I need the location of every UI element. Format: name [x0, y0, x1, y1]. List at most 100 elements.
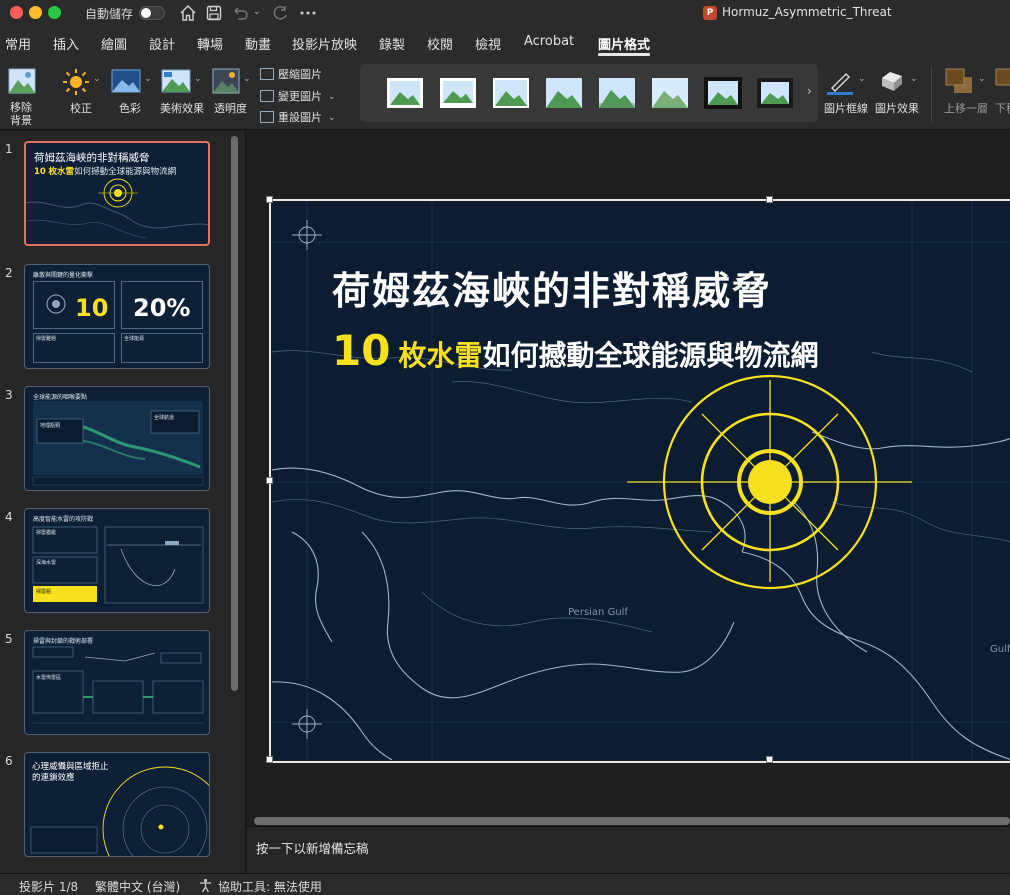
accessibility-icon[interactable]	[198, 878, 213, 893]
resize-handle-bottom[interactable]	[766, 756, 773, 763]
language-indicator[interactable]: 繁體中文 (台灣)	[95, 878, 180, 895]
compress-pictures-button[interactable]: 壓縮圖片	[260, 66, 322, 84]
thumbnail-note: 深海水雷	[36, 559, 56, 566]
corrections-label: 校正	[70, 100, 92, 116]
transparency-dropdown-icon[interactable]: ⌄	[243, 74, 251, 84]
slide-thumbnail-3[interactable]: 全球能源的咽喉要點 地理瓶頸 全球航道	[24, 386, 210, 491]
subtitle-number: 10	[332, 326, 390, 375]
redo-icon[interactable]	[270, 3, 290, 23]
picture-style-3[interactable]	[492, 77, 530, 109]
speaker-notes-pane[interactable]: 按一下以新增備忘稿	[247, 826, 1010, 873]
subtitle-text: 如何撼動全球能源與物流網	[482, 339, 818, 372]
artistic-effects-icon[interactable]	[161, 69, 191, 93]
tab-record[interactable]: 錄製	[379, 34, 405, 53]
bring-forward-icon[interactable]	[944, 67, 974, 95]
more-icon[interactable]	[298, 3, 318, 23]
canvas-horizontal-scrollbar[interactable]	[254, 817, 1010, 825]
close-window-button[interactable]	[10, 6, 23, 19]
thumbnail-note: 全球能源	[124, 335, 144, 342]
undo-dropdown-icon[interactable]: ⌄	[253, 7, 261, 17]
save-icon[interactable]	[204, 3, 224, 23]
thumbnail-note: 掃雷難題	[36, 335, 56, 342]
home-icon[interactable]	[178, 3, 198, 23]
remove-background-icon[interactable]	[8, 68, 36, 94]
bring-forward-label: 上移一層	[944, 100, 988, 116]
thumbnail-note: 掃雷艦艇	[36, 529, 56, 536]
thumbnail-title-line2: 的連鎖效應	[32, 771, 75, 783]
slide-thumbnail-4[interactable]: 高度智能水雷的攻防戰 掃雷艦艇 深海水雷 掃雷船	[24, 508, 210, 613]
tab-transitions[interactable]: 轉場	[197, 34, 223, 53]
slide-number: 1	[5, 142, 13, 156]
slide-thumbnail-6[interactable]: 心理威懾與區域拒止 的連鎖效應	[24, 752, 210, 857]
ribbon-tab-bar: 常用 插入 繪圖 設計 轉場 動畫 投影片放映 錄製 校閱 檢視 Acrobat…	[0, 26, 1010, 58]
slide-subtitle[interactable]: 10枚水雷如何撼動全球能源與物流網	[332, 326, 818, 375]
picture-effects-label: 圖片效果	[875, 100, 919, 116]
thumbnail-note: 掃雷船	[36, 588, 51, 595]
tab-animations[interactable]: 動畫	[245, 34, 271, 53]
tab-draw[interactable]: 繪圖	[101, 34, 127, 53]
tab-acrobat[interactable]: Acrobat	[524, 34, 574, 49]
active-tab-indicator	[598, 53, 650, 56]
picture-style-5[interactable]	[598, 77, 636, 109]
gallery-next-icon[interactable]: ›	[807, 84, 812, 98]
reset-picture-dropdown-icon[interactable]: ⌄	[328, 113, 336, 123]
autosave-label: 自動儲存	[85, 5, 133, 22]
picture-style-1[interactable]	[386, 77, 424, 109]
thumbnail-note: 地理瓶頸	[40, 422, 60, 429]
tab-review[interactable]: 校閱	[427, 34, 453, 53]
corrections-sun-icon[interactable]	[62, 68, 90, 96]
picture-style-6[interactable]	[651, 77, 689, 109]
slide-thumbnail-5[interactable]: 掃雷與封鎖的戰術部署 水雷佈雷區	[24, 630, 210, 735]
picture-border-dropdown-icon[interactable]: ⌄	[858, 74, 866, 84]
tab-design[interactable]: 設計	[149, 34, 175, 53]
picture-style-8[interactable]	[756, 77, 794, 109]
change-picture-button[interactable]: 變更圖片⌄	[260, 88, 336, 106]
slide-thumbnail-2[interactable]: 離散與關鍵的量化衝擊 10 20% 掃雷難題 全球能源	[24, 264, 210, 369]
resize-handle-top[interactable]	[766, 196, 773, 203]
slide-counter[interactable]: 投影片 1/8	[19, 878, 78, 895]
tab-slideshow[interactable]: 投影片放映	[292, 34, 357, 53]
thumbnail-note: 水雷佈雷區	[36, 674, 61, 681]
picture-style-4[interactable]	[545, 77, 583, 109]
corrections-dropdown-icon[interactable]: ⌄	[93, 74, 101, 84]
slide-number: 3	[5, 388, 13, 402]
map-label-gulf: Gulf	[990, 644, 1010, 655]
powerpoint-icon: P	[703, 6, 717, 20]
thumbnail-panel-scrollbar[interactable]	[231, 136, 238, 691]
thumbnail-subtitle: 10 枚水雷如何撼動全球能源與物流網	[34, 165, 176, 177]
slide-picture[interactable]: Persian Gulf Gulf 荷姆茲海峽的非對稱威脅 10枚水雷如何撼動全…	[272, 202, 1010, 760]
picture-border-icon[interactable]	[826, 68, 854, 96]
tab-view[interactable]: 檢視	[475, 34, 501, 53]
picture-style-2[interactable]	[439, 77, 477, 109]
accessibility-status[interactable]: 協助工具: 無法使用	[218, 878, 322, 895]
resize-handle-bottom-left[interactable]	[266, 756, 273, 763]
send-backward-icon[interactable]	[994, 67, 1010, 95]
color-dropdown-icon[interactable]: ⌄	[144, 74, 152, 84]
thumbnail-note: 全球航道	[154, 414, 174, 421]
artistic-effects-dropdown-icon[interactable]: ⌄	[194, 74, 202, 84]
reset-picture-button[interactable]: 重設圖片⌄	[260, 109, 336, 127]
transparency-icon[interactable]	[212, 68, 240, 94]
autosave-toggle[interactable]	[139, 6, 165, 20]
undo-icon[interactable]	[230, 3, 250, 23]
slide-number: 4	[5, 510, 13, 524]
compress-icon	[260, 68, 274, 80]
tab-home[interactable]: 常用	[5, 34, 31, 53]
maximize-window-button[interactable]	[48, 6, 61, 19]
resize-handle-top-left[interactable]	[266, 196, 273, 203]
slide-title[interactable]: 荷姆茲海峽的非對稱威脅	[332, 260, 772, 315]
tab-insert[interactable]: 插入	[53, 34, 79, 53]
resize-handle-left[interactable]	[266, 477, 273, 484]
change-picture-dropdown-icon[interactable]: ⌄	[328, 92, 336, 102]
slide-thumbnail-1[interactable]: 荷姆茲海峽的非對稱威脅 10 枚水雷如何撼動全球能源與物流網	[24, 141, 210, 246]
tab-picture-format[interactable]: 圖片格式	[598, 34, 650, 53]
bring-forward-dropdown-icon[interactable]: ⌄	[978, 74, 986, 84]
document-title: Hormuz_Asymmetric_Threat	[722, 5, 892, 19]
minimize-window-button[interactable]	[29, 6, 42, 19]
color-picture-icon[interactable]	[111, 69, 141, 93]
title-bar: 自動儲存 ⌄ P Hormuz_Asymmetric_Threat	[0, 0, 1010, 26]
reset-picture-icon	[260, 111, 274, 123]
picture-effects-icon[interactable]	[876, 68, 906, 94]
picture-effects-dropdown-icon[interactable]: ⌄	[910, 74, 918, 84]
picture-style-7[interactable]	[704, 77, 742, 109]
